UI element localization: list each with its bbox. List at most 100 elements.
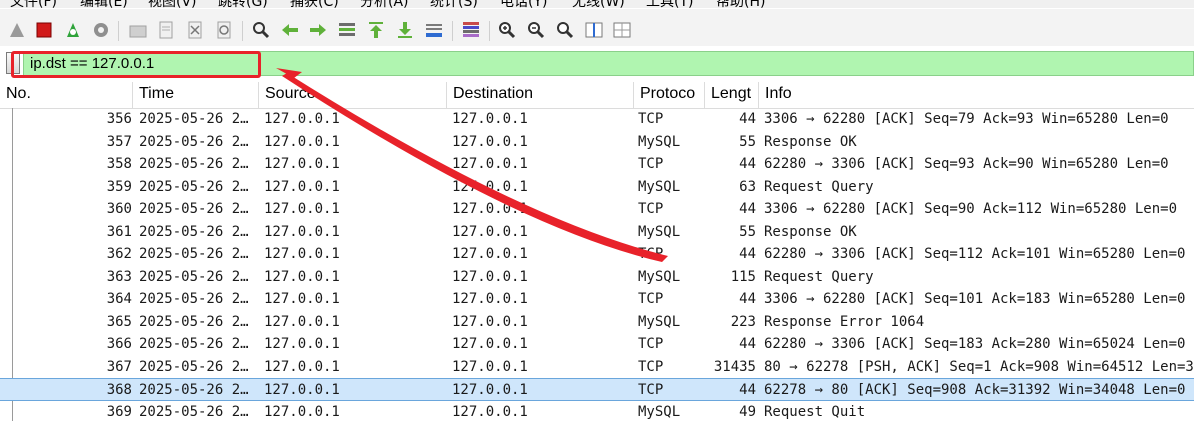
packet-source: 127.0.0.1	[264, 153, 446, 175]
packet-protocol: TCP	[638, 356, 704, 378]
packet-destination: 127.0.0.1	[452, 288, 632, 310]
restart-icon[interactable]	[62, 19, 84, 41]
column-header-source[interactable]: Source	[259, 82, 447, 108]
packet-info: Response OK	[764, 131, 1194, 153]
toolbar-separator	[489, 21, 490, 41]
packet-info: 62280 → 3306 [ACK] Seq=112 Ack=101 Win=6…	[764, 243, 1194, 265]
packet-row-selected[interactable]: 368 2025-05-26 2… 127.0.0.1 127.0.0.1 TC…	[0, 378, 1194, 401]
shark-fin-icon[interactable]	[6, 19, 28, 41]
packet-destination: 127.0.0.1	[452, 153, 632, 175]
packet-no: 367	[20, 356, 132, 378]
packet-protocol: TCP	[638, 243, 704, 265]
find-icon[interactable]	[250, 19, 272, 41]
packet-row[interactable]: 362 2025-05-26 2… 127.0.0.1 127.0.0.1 TC…	[0, 243, 1194, 266]
resize-columns-icon[interactable]	[583, 19, 605, 41]
reload-icon[interactable]	[213, 19, 235, 41]
packet-length: 55	[706, 131, 756, 153]
packet-no: 368	[20, 379, 132, 401]
packet-protocol: MySQL	[638, 266, 704, 288]
toolbar-separator	[118, 21, 119, 41]
open-folder-icon[interactable]	[127, 19, 149, 41]
packet-row[interactable]: 361 2025-05-26 2… 127.0.0.1 127.0.0.1 My…	[0, 221, 1194, 244]
zoom-out-icon[interactable]	[525, 19, 547, 41]
packet-destination: 127.0.0.1	[452, 131, 632, 153]
packet-info: Request Quit	[764, 401, 1194, 423]
packet-time: 2025-05-26 2…	[139, 243, 257, 265]
main-toolbar	[0, 9, 1194, 47]
column-prefs-icon[interactable]	[611, 19, 633, 41]
packet-row[interactable]: 366 2025-05-26 2… 127.0.0.1 127.0.0.1 TC…	[0, 333, 1194, 356]
zoom-in-icon[interactable]	[496, 19, 518, 41]
column-header-destination[interactable]: Destination	[447, 82, 634, 108]
packet-info: Response Error 1064	[764, 311, 1194, 333]
packet-length: 223	[706, 311, 756, 333]
forward-arrow-icon[interactable]	[307, 19, 329, 41]
packet-no: 357	[20, 131, 132, 153]
packet-source: 127.0.0.1	[264, 266, 446, 288]
packet-length: 44	[706, 333, 756, 355]
packet-length: 44	[706, 108, 756, 130]
packet-destination: 127.0.0.1	[452, 221, 632, 243]
packet-info: 3306 → 62280 [ACK] Seq=90 Ack=112 Win=65…	[764, 198, 1194, 220]
packet-row[interactable]: 364 2025-05-26 2… 127.0.0.1 127.0.0.1 TC…	[0, 288, 1194, 311]
packet-info: Response OK	[764, 221, 1194, 243]
annotation-highlight-box	[11, 51, 261, 78]
packet-time: 2025-05-26 2…	[139, 153, 257, 175]
close-file-icon[interactable]	[184, 19, 206, 41]
column-header-info[interactable]: Info	[759, 82, 1194, 108]
packet-protocol: TCP	[638, 198, 704, 220]
packet-row[interactable]: 356 2025-05-26 2… 127.0.0.1 127.0.0.1 TC…	[0, 108, 1194, 131]
packet-destination: 127.0.0.1	[452, 401, 632, 423]
stop-icon[interactable]	[33, 19, 55, 41]
packet-protocol: TCP	[638, 333, 704, 355]
packet-protocol: TCP	[638, 108, 704, 130]
packet-destination: 127.0.0.1	[452, 356, 632, 378]
packet-protocol: MySQL	[638, 401, 704, 423]
packet-time: 2025-05-26 2…	[139, 198, 257, 220]
packet-no: 361	[20, 221, 132, 243]
packet-row[interactable]: 367 2025-05-26 2… 127.0.0.1 127.0.0.1 TC…	[0, 356, 1194, 379]
packet-source: 127.0.0.1	[264, 379, 446, 401]
last-packet-icon[interactable]	[394, 19, 416, 41]
packet-time: 2025-05-26 2…	[139, 311, 257, 333]
packet-no: 356	[20, 108, 132, 130]
column-header-time[interactable]: Time	[133, 82, 259, 108]
back-arrow-icon[interactable]	[279, 19, 301, 41]
packet-time: 2025-05-26 2…	[139, 221, 257, 243]
column-header-no[interactable]: No.	[0, 82, 133, 108]
packet-row[interactable]: 363 2025-05-26 2… 127.0.0.1 127.0.0.1 My…	[0, 266, 1194, 289]
packet-row[interactable]: 365 2025-05-26 2… 127.0.0.1 127.0.0.1 My…	[0, 311, 1194, 334]
packet-protocol: TCP	[638, 153, 704, 175]
normal-size-icon[interactable]	[554, 19, 576, 41]
packet-row[interactable]: 358 2025-05-26 2… 127.0.0.1 127.0.0.1 TC…	[0, 153, 1194, 176]
packet-source: 127.0.0.1	[264, 198, 446, 220]
packet-row[interactable]: 357 2025-05-26 2… 127.0.0.1 127.0.0.1 My…	[0, 131, 1194, 154]
packet-protocol: MySQL	[638, 221, 704, 243]
packet-info: 62280 → 3306 [ACK] Seq=93 Ack=90 Win=652…	[764, 153, 1194, 175]
packet-length: 44	[706, 153, 756, 175]
packet-info: Request Query	[764, 176, 1194, 198]
packet-no: 369	[20, 401, 132, 423]
packet-source: 127.0.0.1	[264, 221, 446, 243]
go-to-packet-icon[interactable]	[336, 19, 358, 41]
packet-length: 44	[706, 288, 756, 310]
packet-destination: 127.0.0.1	[452, 243, 632, 265]
packet-no: 358	[20, 153, 132, 175]
packet-destination: 127.0.0.1	[452, 266, 632, 288]
save-file-icon[interactable]	[155, 19, 177, 41]
column-header-length[interactable]: Lengt	[705, 82, 759, 108]
packet-row[interactable]: 360 2025-05-26 2… 127.0.0.1 127.0.0.1 TC…	[0, 198, 1194, 221]
options-gear-icon[interactable]	[90, 19, 112, 41]
packet-row[interactable]: 369 2025-05-26 2… 127.0.0.1 127.0.0.1 My…	[0, 401, 1194, 423]
packet-row[interactable]: 359 2025-05-26 2… 127.0.0.1 127.0.0.1 My…	[0, 176, 1194, 199]
colorize-icon[interactable]	[460, 19, 482, 41]
packet-destination: 127.0.0.1	[452, 311, 632, 333]
packet-time: 2025-05-26 2…	[139, 356, 257, 378]
packet-no: 359	[20, 176, 132, 198]
packet-time: 2025-05-26 2…	[139, 108, 257, 130]
autoscroll-icon[interactable]	[423, 19, 445, 41]
packet-length: 49	[706, 401, 756, 423]
packet-length: 31435	[706, 356, 756, 378]
first-packet-icon[interactable]	[365, 19, 387, 41]
column-header-protocol[interactable]: Protoco	[634, 82, 705, 108]
